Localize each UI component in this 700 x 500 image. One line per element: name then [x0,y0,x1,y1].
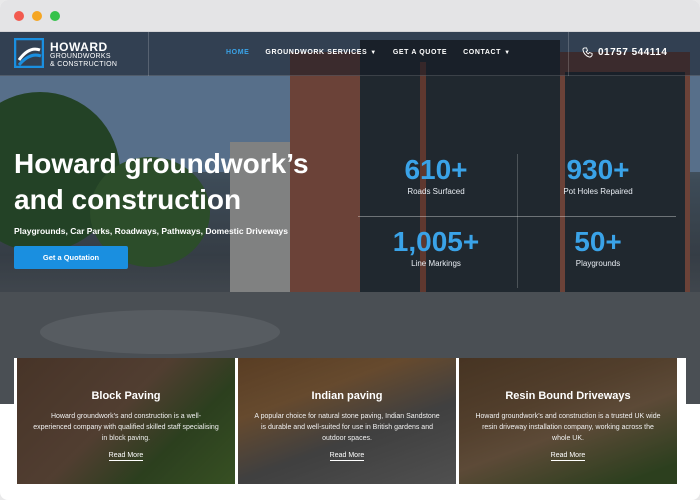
nav-item-get-a-quote[interactable]: GET A QUOTE [393,49,447,56]
phone-link[interactable]: 01757 544114 [582,47,667,58]
nav-divider [568,32,569,76]
read-more-link[interactable]: Read More [329,452,365,461]
main-menu: HOME GROUNDWORK SERVICES ▼ GET A QUOTE CO… [226,49,511,56]
stat-value: 1,005+ [392,226,480,257]
minimize-window-button[interactable] [32,11,42,21]
service-card-indian-paving[interactable]: Indian paving A popular choice for natur… [238,358,456,484]
card-text: A popular choice for natural stone pavin… [254,413,440,442]
card-title: Resin Bound Driveways [505,390,631,402]
service-card-block-paving[interactable]: Block Paving Howard groundwork’s and con… [17,358,235,484]
service-card-resin-bound-driveways[interactable]: Resin Bound Driveways Howard groundwork’… [459,358,677,484]
stat-value: 610+ [404,154,468,185]
card-title: Block Paving [91,390,161,402]
window-titlebar [0,0,700,32]
nav-item-contact[interactable]: CONTACT ▼ [463,49,510,56]
hero-title: Howard groundwork’s and construction [14,148,309,215]
card-text: Howard groundwork’s and construction is … [33,413,219,442]
stat-roads-surfaced: 610+ Roads Surfaced [376,154,496,197]
read-more-link[interactable]: Read More [108,452,144,461]
hero-section: HOWARD GROUNDWORKS & CONSTRUCTION HOME G… [0,32,700,404]
logo-line-3: & CONSTRUCTION [50,61,118,68]
nav-divider [148,32,149,76]
stat-label: Pot Holes Repaired [563,187,633,196]
services-cards: Block Paving Howard groundwork’s and con… [14,358,686,488]
stat-value: 50+ [574,226,622,257]
nav-item-label: CONTACT [463,49,502,56]
logo-line-2: GROUNDWORKS [50,53,111,60]
logo-text: HOWARD GROUNDWORKS & CONSTRUCTION [50,41,117,69]
get-quotation-button[interactable]: Get a Quotation [14,246,128,269]
top-navbar: HOWARD GROUNDWORKS & CONSTRUCTION HOME G… [0,32,700,76]
chevron-down-icon: ▼ [370,50,377,56]
browser-window: HOWARD GROUNDWORKS & CONSTRUCTION HOME G… [0,0,700,500]
logo-mark-icon [14,38,44,68]
stat-value: 930+ [566,154,630,185]
phone-icon [582,47,593,58]
maximize-window-button[interactable] [50,11,60,21]
nav-item-home[interactable]: HOME [226,49,249,56]
hero-overlay [0,32,700,404]
logo-line-1: HOWARD [50,40,108,54]
card-title: Indian paving [311,390,383,402]
stat-label: Line Markings [411,259,461,268]
phone-number: 01757 544114 [598,47,668,58]
hero-subtitle: Playgrounds, Car Parks, Roadways, Pathwa… [14,226,289,236]
stat-line-markings: 1,005+ Line Markings [376,226,496,269]
nav-item-label: HOME [226,49,250,56]
close-window-button[interactable] [14,11,24,21]
site-logo[interactable]: HOWARD GROUNDWORKS & CONSTRUCTION [14,38,146,70]
read-more-link[interactable]: Read More [550,452,586,461]
nav-item-label: GROUNDWORK SERVICES [265,49,368,56]
nav-item-label: GET A QUOTE [392,49,448,56]
stats-divider [517,154,518,288]
stat-pot-holes-repaired: 930+ Pot Holes Repaired [536,154,660,197]
card-text: Howard groundwork’s and construction is … [475,413,661,442]
chevron-down-icon: ▼ [504,50,511,56]
stat-label: Playgrounds [575,259,621,268]
stat-playgrounds: 50+ Playgrounds [536,226,660,269]
nav-item-groundwork-services[interactable]: GROUNDWORK SERVICES ▼ [265,49,376,56]
stat-label: Roads Surfaced [407,187,465,196]
